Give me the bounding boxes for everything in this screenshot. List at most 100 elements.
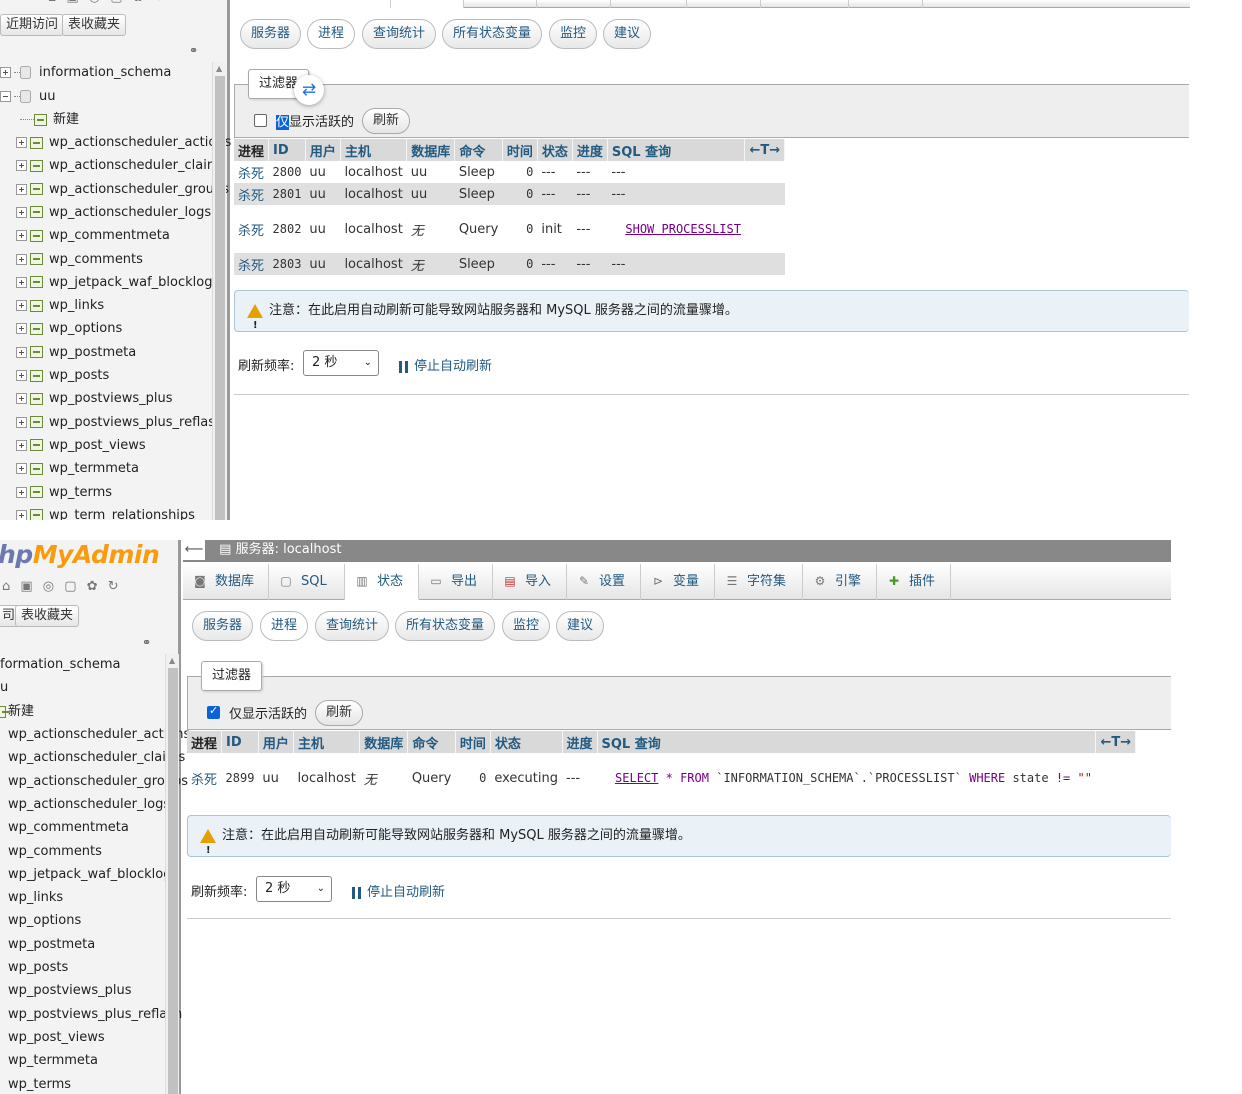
nav-table-item[interactable]: wp_options <box>16 318 122 340</box>
nav-db-uu[interactable]: uu <box>0 86 55 108</box>
column-header[interactable]: ←T→ <box>1095 731 1137 753</box>
nav-table-item[interactable]: wp_post_views <box>16 435 146 457</box>
show-active-only-label[interactable]: 仅显示活跃的 <box>276 111 354 130</box>
expand-icon[interactable] <box>16 416 27 428</box>
subtab-all-status-vars[interactable]: 所有状态变量 <box>395 611 496 641</box>
tab-settings[interactable]: ✎ 设置 <box>567 564 641 600</box>
tab-export[interactable]: ▭ 导出 <box>419 564 493 600</box>
stop-auto-refresh-link[interactable]: 停止自动刷新 <box>352 881 445 900</box>
column-header[interactable]: 进度 <box>562 731 598 753</box>
expand-icon[interactable] <box>16 183 27 195</box>
nav-table-item[interactable]: wp_terms <box>16 482 112 504</box>
nav-table-item[interactable]: wp_post_views <box>8 1027 105 1049</box>
swap-refresh-icon[interactable]: ⇄ <box>294 75 324 105</box>
nav-table-item[interactable]: wp_postmeta <box>8 934 95 956</box>
tab-import[interactable]: ▤ 导入 <box>493 564 567 600</box>
expand-icon[interactable] <box>16 509 27 520</box>
server-breadcrumb[interactable]: 服务器: localhost <box>236 542 342 557</box>
column-header[interactable]: 状态 <box>537 139 573 161</box>
column-header[interactable]: 数据库 <box>406 139 456 161</box>
nav-db-uu[interactable]: u <box>0 677 8 699</box>
nav-table-item[interactable]: wp_postviews_plus_reflash <box>16 412 223 434</box>
nav-table-item[interactable]: wp_postmeta <box>16 342 136 364</box>
nav-new-table[interactable]: 新建 <box>20 109 79 131</box>
expand-icon[interactable] <box>16 439 27 451</box>
refresh-rate-select[interactable]: 2 秒 ⌄ <box>256 876 332 902</box>
nav-db-information-schema[interactable]: formation_schema <box>0 654 120 676</box>
subtab-processes[interactable]: 进程 <box>307 19 356 49</box>
tab-status[interactable]: ▥ 状态 <box>345 564 419 600</box>
show-active-only-checkbox[interactable] <box>254 114 267 127</box>
column-header[interactable]: ←T→ <box>744 139 786 161</box>
process-sql[interactable]: SHOW PROCESSLIST <box>607 205 745 253</box>
nav-table-item[interactable]: wp_posts <box>16 365 109 387</box>
expand-icon[interactable] <box>16 393 27 405</box>
tab-sql[interactable]: ▢ SQL <box>269 564 345 600</box>
subtab-advisor[interactable]: 建议 <box>556 611 605 641</box>
nav-table-item[interactable]: wp_actionscheduler_claims <box>8 747 185 769</box>
nav-table-item[interactable]: wp_jetpack_waf_blocklog <box>8 864 171 886</box>
nav-scrollbar[interactable]: ▲ <box>212 62 226 520</box>
nav-table-item[interactable]: wp_actionscheduler_groups <box>16 179 229 201</box>
scroll-up-icon[interactable]: ▲ <box>216 64 222 73</box>
subtab-advisor[interactable]: 建议 <box>603 19 652 49</box>
nav-table-item[interactable]: wp_termmeta <box>8 1050 98 1072</box>
show-active-only-label[interactable]: 仅显示活跃的 <box>229 703 307 722</box>
nav-table-item[interactable]: wp_actionscheduler_actions <box>8 724 190 746</box>
expand-icon[interactable] <box>16 206 27 218</box>
process-sql[interactable]: --- <box>607 161 745 183</box>
nav-table-item[interactable]: wp_postviews_plus <box>8 980 132 1002</box>
scroll-up-icon[interactable]: ▲ <box>169 656 175 665</box>
nav-table-item[interactable]: wp_actionscheduler_claims <box>16 155 226 177</box>
nav-tab-favorites[interactable]: 表收藏夹 <box>15 605 80 627</box>
nav-table-item[interactable]: wp_posts <box>8 957 68 979</box>
nav-table-item[interactable]: wp_termmeta <box>16 458 139 480</box>
nav-table-item[interactable]: wp_links <box>8 887 63 909</box>
nav-table-item[interactable]: wp_jetpack_waf_blocklog <box>16 272 212 294</box>
phpmyadmin-logo[interactable]: hpMyAdmin <box>0 540 160 569</box>
tab-plugins[interactable]: ✚ 插件 <box>877 564 951 600</box>
nav-table-item[interactable]: wp_terms <box>8 1074 71 1094</box>
subtab-server[interactable]: 服务器 <box>192 611 254 641</box>
column-header[interactable]: 主机 <box>340 139 408 161</box>
column-header[interactable]: 时间 <box>455 731 491 753</box>
scroll-thumb[interactable] <box>168 668 178 1094</box>
expand-icon[interactable] <box>16 253 27 265</box>
nav-new-table[interactable]: 新建 <box>0 701 34 723</box>
link-icon[interactable]: ⚭ <box>142 636 151 649</box>
column-header[interactable]: SQL 查询 <box>597 731 1097 753</box>
column-header[interactable]: 命令 <box>407 731 456 753</box>
tab-engines[interactable]: ⚙ 引擎 <box>803 564 877 600</box>
nav-table-item[interactable]: wp_commentmeta <box>8 817 129 839</box>
subtab-monitor[interactable]: 监控 <box>549 19 598 49</box>
scroll-thumb[interactable] <box>215 76 225 520</box>
kill-link[interactable]: 杀死 <box>187 753 222 803</box>
kill-link[interactable]: 杀死 <box>234 161 269 183</box>
column-header[interactable]: 时间 <box>502 139 538 161</box>
nav-table-item[interactable]: wp_actionscheduler_actions <box>16 132 231 154</box>
subtab-server[interactable]: 服务器 <box>240 19 302 49</box>
kill-link[interactable]: 杀死 <box>234 253 269 275</box>
nav-table-item[interactable]: wp_actionscheduler_logs <box>16 202 211 224</box>
subtab-query-stats[interactable]: 查询统计 <box>315 611 390 641</box>
subtab-all-status-vars[interactable]: 所有状态变量 <box>442 19 543 49</box>
column-header[interactable]: 数据库 <box>359 731 409 753</box>
column-header[interactable]: 主机 <box>293 731 361 753</box>
column-header[interactable]: ID <box>221 731 259 753</box>
nav-table-item[interactable]: wp_commentmeta <box>16 225 170 247</box>
stop-auto-refresh-link[interactable]: 停止自动刷新 <box>399 355 492 374</box>
collapse-icon[interactable] <box>0 91 11 102</box>
column-header[interactable]: ID <box>268 139 306 161</box>
expand-icon[interactable] <box>16 137 27 148</box>
column-header[interactable]: 进度 <box>572 139 608 161</box>
nav-db-information-schema[interactable]: information_schema <box>0 62 171 84</box>
column-header[interactable]: SQL 查询 <box>607 139 746 161</box>
expand-icon[interactable] <box>16 370 27 381</box>
tab-variables[interactable]: ⊳ 变量 <box>641 564 715 600</box>
expand-icon[interactable] <box>16 276 27 288</box>
expand-icon[interactable] <box>16 346 27 358</box>
nav-icon-row[interactable]: ⌂ ▣ ◎ ▢ ✿ ↻ <box>2 579 122 594</box>
expand-icon[interactable] <box>16 230 27 242</box>
nav-table-item[interactable]: wp_actionscheduler_groups <box>8 771 188 793</box>
nav-table-item[interactable]: wp_comments <box>8 841 102 863</box>
